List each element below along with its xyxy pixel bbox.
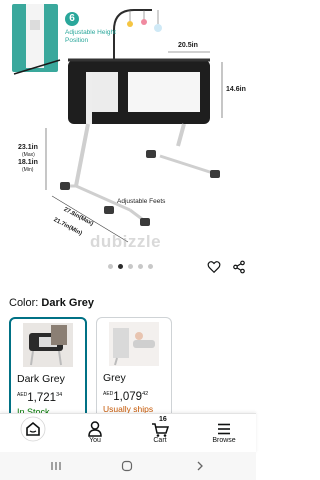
nav-cart-label: Cart bbox=[153, 437, 167, 444]
price-fraction: 42 bbox=[142, 391, 149, 397]
adjustable-feet-label: Adjustable Feets bbox=[117, 198, 166, 205]
nav-home[interactable] bbox=[8, 416, 58, 442]
cart-icon bbox=[152, 423, 169, 437]
leg-max-sub: (Max) bbox=[22, 152, 35, 158]
price-currency: AED bbox=[103, 391, 114, 397]
bassinet-illustration bbox=[12, 4, 223, 243]
system-nav-bar bbox=[0, 452, 256, 480]
leg-max-dimension: 23.1in bbox=[18, 144, 38, 151]
cart-count: 16 bbox=[159, 416, 167, 423]
color-label: Color: Dark Grey bbox=[9, 297, 94, 309]
height-callout-number: 6 bbox=[65, 12, 79, 26]
nav-you-label: You bbox=[89, 437, 101, 444]
dark-grey-thumbnail bbox=[23, 323, 73, 367]
price-whole: 1,721 bbox=[27, 392, 57, 404]
height-dimension: 14.6in bbox=[226, 86, 246, 93]
person-icon bbox=[88, 421, 102, 437]
swatch-price: AED1,07942 bbox=[103, 387, 148, 405]
height-callout-text: Adjustable Height Position bbox=[65, 29, 116, 44]
carousel-dot[interactable] bbox=[108, 264, 113, 269]
menu-icon bbox=[218, 423, 230, 435]
share-icon[interactable] bbox=[232, 260, 246, 274]
width-dimension: 20.5in bbox=[178, 42, 198, 49]
leg-min-sub: (Min) bbox=[22, 167, 34, 173]
bottom-nav: You 16 Cart Browse bbox=[0, 413, 256, 453]
nav-you[interactable]: You bbox=[70, 417, 120, 444]
home-circle-icon[interactable] bbox=[121, 460, 133, 472]
carousel-dot-active[interactable] bbox=[118, 264, 123, 269]
price-whole: 1,079 bbox=[113, 391, 143, 403]
price-fraction: 34 bbox=[56, 392, 63, 398]
color-selected-value: Dark Grey bbox=[41, 297, 94, 309]
product-image[interactable]: 6 Adjustable Height Position 20.5in 14.6… bbox=[0, 0, 256, 255]
nav-browse[interactable]: Browse bbox=[199, 417, 249, 444]
grey-thumbnail bbox=[109, 322, 159, 366]
back-icon[interactable] bbox=[194, 460, 206, 472]
color-label-prefix: Color: bbox=[9, 297, 39, 309]
carousel-dot[interactable] bbox=[138, 264, 143, 269]
recents-icon[interactable] bbox=[50, 460, 62, 472]
leg-min-dimension: 18.1in bbox=[18, 159, 38, 166]
home-icon bbox=[20, 416, 46, 442]
nav-browse-label: Browse bbox=[212, 437, 236, 444]
watermark: dubizzle bbox=[90, 232, 162, 251]
carousel-dots[interactable] bbox=[108, 264, 153, 269]
nav-cart[interactable]: 16 Cart bbox=[135, 416, 185, 444]
carousel-dot[interactable] bbox=[128, 264, 133, 269]
swatch-price: AED1,72134 bbox=[17, 388, 62, 406]
price-currency: AED bbox=[17, 392, 28, 398]
carousel-dot[interactable] bbox=[148, 264, 153, 269]
swatch-name: Grey bbox=[103, 372, 126, 384]
heart-icon[interactable] bbox=[207, 260, 221, 274]
swatch-name: Dark Grey bbox=[17, 373, 65, 385]
